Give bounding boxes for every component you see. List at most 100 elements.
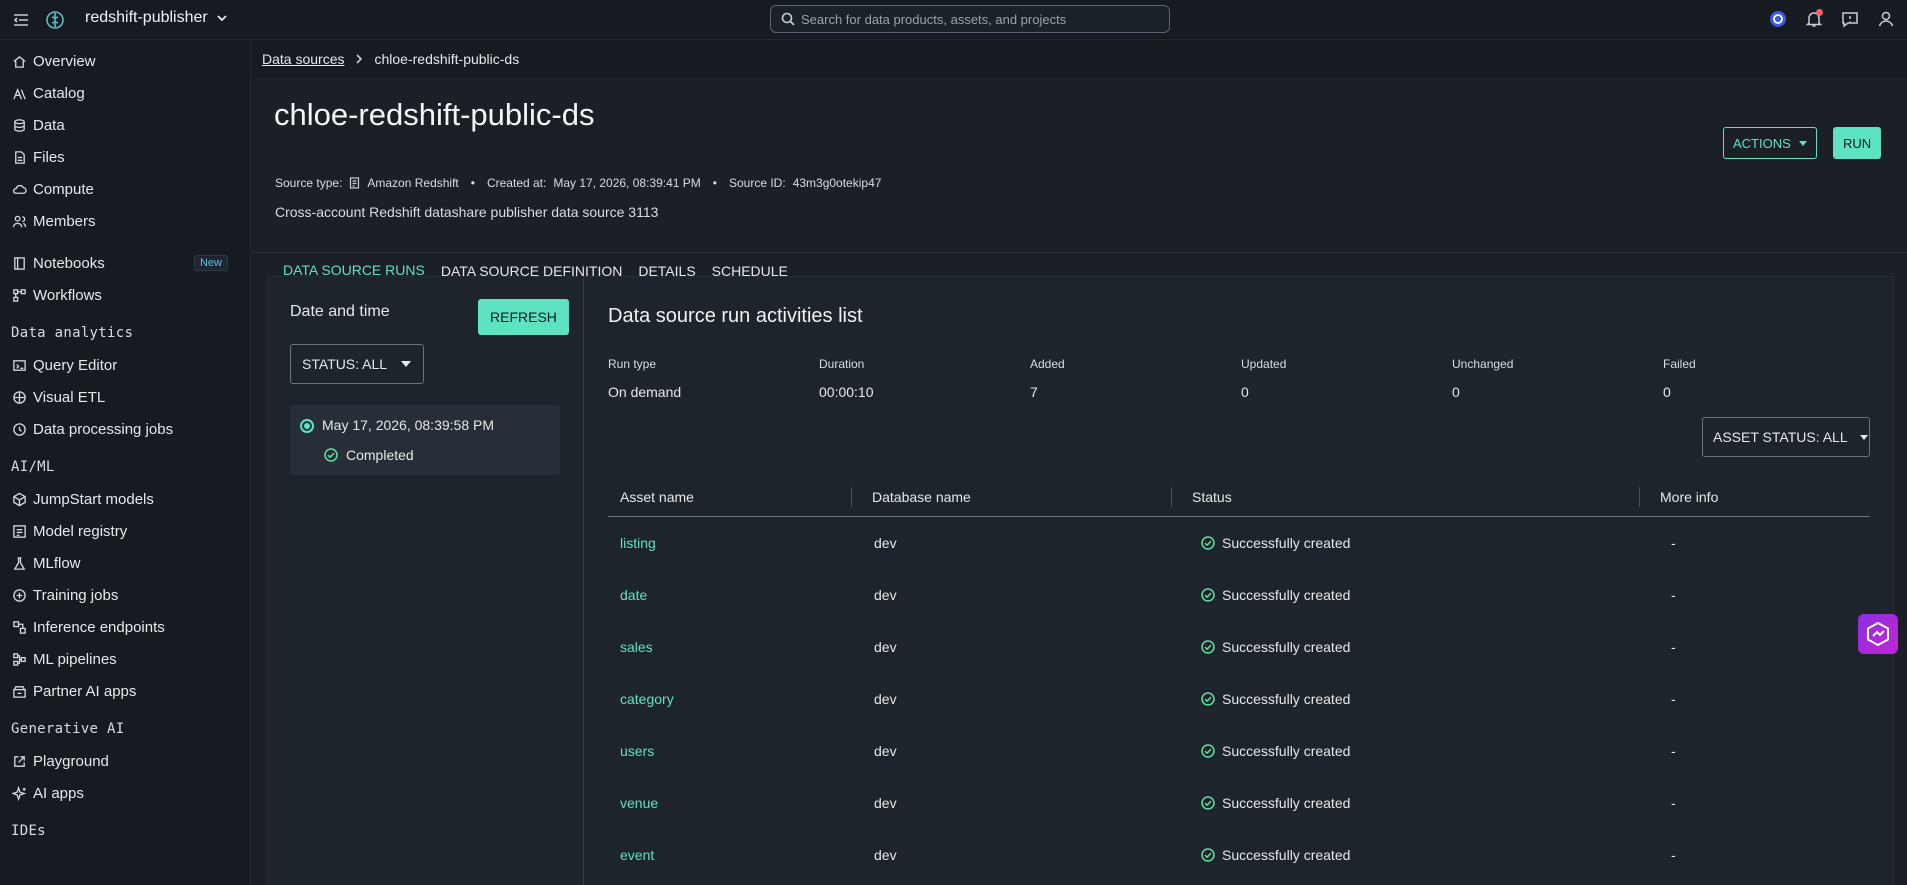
file-icon (15, 150, 25, 164)
run-status: Completed (324, 447, 414, 463)
sidebar-item-ml-pipelines[interactable]: ML pipelines (0, 643, 250, 675)
run-list-item[interactable]: May 17, 2026, 08:39:58 PM Completed (290, 405, 560, 475)
sidebar-item-training-jobs[interactable]: Training jobs (0, 579, 250, 611)
stat-value: 0 (1452, 384, 1460, 400)
more-info-cell: - (1671, 743, 1676, 759)
database-name-cell: dev (874, 691, 897, 707)
caret-down-icon (401, 361, 412, 367)
sidebar-item-playground[interactable]: Playground (0, 745, 250, 777)
refresh-button[interactable]: REFRESH (478, 299, 569, 335)
sidebar-item-data[interactable]: Data (0, 109, 250, 141)
sidebar-item-overview[interactable]: Overview (0, 45, 250, 77)
database-name-cell: dev (874, 795, 897, 811)
main-content: Data sources chloe-redshift-public-ds ch… (252, 41, 1907, 885)
asset-name-cell: users (608, 743, 851, 759)
table-row: sales dev Successfully created - (608, 621, 1870, 673)
column-header-status[interactable]: Status (1171, 486, 1639, 507)
project-selector[interactable]: redshift-publisher (85, 9, 228, 27)
stat-value: 7 (1030, 384, 1038, 400)
status-filter-select[interactable]: STATUS: ALL (290, 344, 424, 384)
chevron-down-icon (217, 15, 227, 22)
check-circle-icon (1201, 848, 1215, 862)
check-circle-icon (1201, 536, 1215, 550)
sidebar-item-query-editor[interactable]: Query Editor (0, 349, 250, 381)
sidebar-item-label: JumpStart models (33, 490, 154, 508)
status-cell: Successfully created (1171, 847, 1639, 863)
top-icons (1767, 8, 1897, 30)
stat-added: Added 7 (1030, 357, 1241, 400)
table-row: category dev Successfully created - (608, 673, 1870, 725)
sidebar-item-mlflow[interactable]: MLflow (0, 547, 250, 579)
asset-link[interactable]: date (620, 587, 647, 603)
asset-status-filter-select[interactable]: ASSET STATUS: ALL (1702, 417, 1870, 457)
sidebar-item-workflows[interactable]: Workflows (0, 279, 250, 311)
sidebar-item-jumpstart-models[interactable]: JumpStart models (0, 483, 250, 515)
column-header-more-info[interactable]: More info (1639, 486, 1870, 507)
asset-name-cell: sales (608, 639, 851, 655)
asset-name-cell: date (608, 587, 851, 603)
flask-icon (13, 556, 26, 570)
column-header-asset-name[interactable]: Asset name (608, 487, 851, 507)
home-icon (13, 55, 26, 68)
sidebar-item-ai-apps[interactable]: AI apps (0, 777, 250, 809)
sidebar-item-label: Members (33, 212, 96, 230)
redshift-icon (350, 177, 360, 189)
section-ides: IDEs (11, 823, 46, 839)
stat-label: Updated (1241, 357, 1287, 371)
asset-link[interactable]: event (620, 847, 654, 863)
asset-name-cell: category (608, 691, 851, 707)
assistant-icon[interactable] (1767, 8, 1789, 30)
page-header: chloe-redshift-public-ds Source type: Am… (252, 77, 1907, 289)
sidebar-item-members[interactable]: Members (0, 205, 250, 237)
sidebar-item-inference-endpoints[interactable]: Inference endpoints (0, 611, 250, 643)
breadcrumb-data-sources[interactable]: Data sources (262, 51, 344, 67)
asset-link[interactable]: category (620, 691, 674, 707)
sidebar-item-label: Data (33, 116, 65, 134)
actions-label: ACTIONS (1733, 135, 1791, 151)
source-type-value: Amazon Redshift (367, 176, 459, 190)
sidebar-item-compute[interactable]: Compute (0, 173, 250, 205)
sidebar-item-partner-ai-apps[interactable]: Partner AI apps (0, 675, 250, 707)
sidebar-item-data-processing-jobs[interactable]: Data processing jobs (0, 413, 250, 445)
sidebar-item-model-registry[interactable]: Model registry (0, 515, 250, 547)
menu-collapse-icon[interactable] (10, 9, 32, 31)
sidebar-item-label: Catalog (33, 84, 85, 102)
asset-link[interactable]: users (620, 743, 654, 759)
run-radio-selected[interactable] (300, 419, 314, 433)
global-search[interactable] (770, 5, 1170, 33)
table-header: Asset name Database name Status More inf… (608, 477, 1870, 517)
chevron-right-icon (356, 54, 363, 64)
status-text: Successfully created (1222, 587, 1351, 603)
actions-button[interactable]: ACTIONS (1723, 127, 1817, 159)
sparkle-icon (12, 785, 27, 801)
notebook-icon (14, 256, 25, 270)
sidebar-item-notebooks[interactable]: Notebooks New (0, 247, 250, 279)
status-text: Successfully created (1222, 691, 1351, 707)
sidebar-item-files[interactable]: Files (0, 141, 250, 173)
status-cell: Successfully created (1171, 587, 1639, 603)
column-header-database-name[interactable]: Database name (851, 486, 1171, 507)
page-title: chloe-redshift-public-ds (274, 97, 595, 132)
new-badge: New (193, 255, 228, 271)
sidebar-item-catalog[interactable]: Catalog (0, 77, 250, 109)
asset-link[interactable]: venue (620, 795, 658, 811)
sidebar-item-visual-etl[interactable]: Visual ETL (0, 381, 250, 413)
sidebar-item-label: Query Editor (33, 356, 118, 374)
user-profile-icon[interactable] (1875, 8, 1897, 30)
run-button[interactable]: RUN (1833, 127, 1882, 159)
notifications-bell-icon[interactable] (1803, 8, 1825, 30)
asset-link[interactable]: sales (620, 639, 653, 655)
search-input[interactable] (801, 11, 1161, 27)
status-badge: Successfully created (1201, 587, 1639, 603)
meta-separator: • (712, 176, 717, 190)
registry-icon (13, 524, 26, 538)
more-info-cell: - (1671, 587, 1676, 603)
asset-link[interactable]: listing (620, 535, 656, 551)
feedback-icon[interactable] (1839, 8, 1861, 30)
status-filter-value: STATUS: ALL (302, 356, 388, 372)
assistant-floating-button[interactable] (1858, 614, 1898, 654)
activities-table: Asset name Database name Status More inf… (608, 477, 1870, 881)
sagemaker-logo-icon[interactable] (44, 9, 66, 31)
partner-apps-icon (13, 685, 26, 698)
check-circle-icon (1201, 640, 1215, 654)
